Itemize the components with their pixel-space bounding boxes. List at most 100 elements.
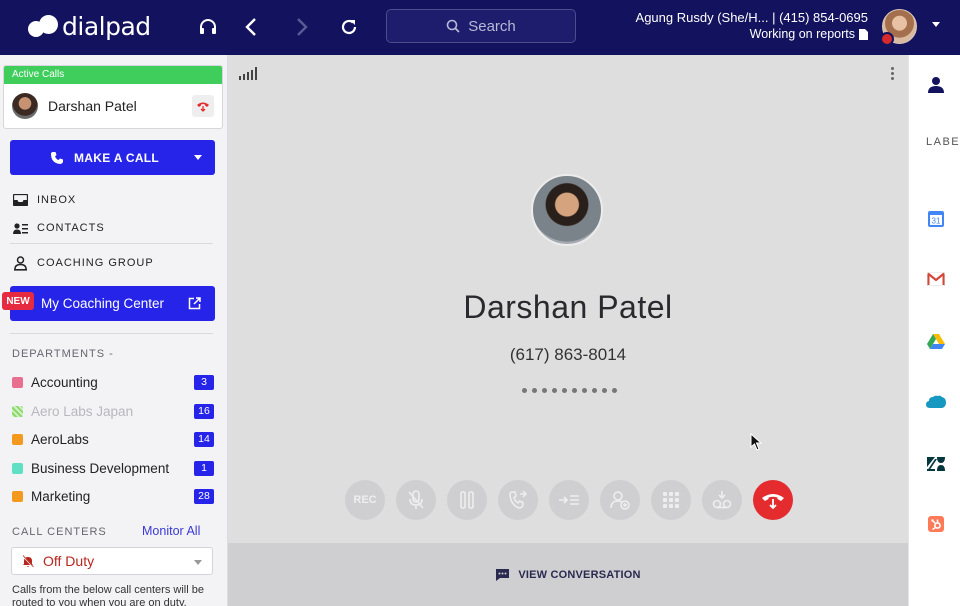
mute-button[interactable]: [396, 480, 436, 520]
department-color-swatch: [12, 376, 23, 388]
user-status-text: Working on reports: [749, 27, 855, 41]
forward-list-icon: [559, 495, 579, 505]
department-color-swatch: [12, 490, 23, 502]
google-calendar-icon[interactable]: 31: [926, 208, 946, 228]
mouse-cursor-icon: [750, 433, 762, 451]
department-color-swatch: [12, 462, 23, 474]
department-count-badge: 28: [194, 488, 214, 504]
department-count-badge: 1: [194, 460, 214, 476]
monitor-all-link[interactable]: Monitor All: [142, 524, 200, 538]
on-call-badge-icon: [880, 32, 894, 46]
search-placeholder: Search: [468, 17, 516, 35]
department-name: Accounting: [31, 374, 98, 390]
nav-inbox-label: INBOX: [37, 194, 77, 206]
signal-strength-icon: [239, 67, 257, 80]
right-rail: LABE 31: [908, 55, 960, 606]
hold-button[interactable]: [447, 480, 487, 520]
contacts-icon: [12, 220, 28, 236]
make-a-call-button[interactable]: MAKE A CALL: [10, 140, 215, 175]
duty-status-chevron-icon: [194, 560, 202, 565]
view-conversation-button[interactable]: VIEW CONVERSATION: [495, 568, 640, 582]
hangup-icon: [762, 494, 784, 510]
google-drive-icon[interactable]: [926, 331, 946, 351]
active-caller-name: Darshan Patel: [48, 98, 137, 114]
department-item[interactable]: Aero Labs Japan 16: [12, 401, 214, 421]
nav-contacts-label: CONTACTS: [37, 222, 105, 234]
keypad-button[interactable]: [651, 480, 691, 520]
connecting-dots: [522, 388, 617, 393]
svg-text:31: 31: [932, 216, 941, 225]
view-conversation-label: VIEW CONVERSATION: [518, 568, 641, 581]
my-coaching-center-button[interactable]: My Coaching Center: [10, 286, 215, 321]
transfer-button[interactable]: [498, 480, 538, 520]
dialpad-logo-icon: [28, 15, 58, 37]
user-status[interactable]: Working on reports: [750, 27, 868, 41]
hubspot-icon[interactable]: [926, 514, 946, 534]
more-options-icon[interactable]: [891, 67, 894, 80]
salesforce-icon[interactable]: [926, 392, 946, 412]
departments-header[interactable]: DEPARTMENTS -: [12, 348, 114, 360]
record-label: REC: [353, 494, 377, 506]
divider: [10, 333, 213, 334]
forward-call-button[interactable]: [549, 480, 589, 520]
view-conversation-bar: VIEW CONVERSATION: [228, 543, 908, 606]
voicemail-drop-button[interactable]: [702, 480, 742, 520]
hangup-button[interactable]: [753, 480, 793, 520]
note-icon: [859, 28, 868, 40]
pause-icon: [460, 491, 474, 509]
new-badge: NEW: [2, 292, 34, 310]
nav-inbox[interactable]: INBOX: [12, 191, 76, 209]
department-name: Business Development: [31, 460, 170, 476]
search-bar[interactable]: Search: [386, 9, 576, 43]
back-icon[interactable]: [239, 14, 265, 40]
caller-avatar: [12, 93, 38, 119]
department-item[interactable]: Marketing 28: [12, 486, 214, 506]
search-icon: [446, 19, 460, 33]
labels-tab[interactable]: LABE: [926, 136, 960, 148]
coaching-group-icon: [12, 255, 28, 271]
department-item[interactable]: Business Development 1: [12, 458, 214, 478]
mic-off-icon: [408, 490, 424, 509]
department-color-swatch: [12, 433, 23, 445]
chat-icon: [496, 568, 510, 581]
contact-details-icon[interactable]: [926, 74, 946, 94]
callee-avatar: [531, 174, 603, 246]
headset-icon[interactable]: [195, 14, 221, 40]
callee-name: Darshan Patel: [463, 289, 673, 325]
voicemail-icon: [712, 491, 732, 509]
keypad-icon: [663, 492, 679, 508]
department-count-badge: 16: [194, 403, 214, 419]
department-count-badge: 3: [194, 374, 214, 390]
inbox-icon: [12, 192, 28, 208]
duty-status-select[interactable]: Off Duty: [11, 547, 213, 575]
forward-icon[interactable]: [288, 14, 314, 40]
zendesk-icon[interactable]: [926, 454, 946, 474]
department-name: AeroLabs: [31, 431, 89, 447]
add-participant-button[interactable]: [600, 480, 640, 520]
hangup-icon: [197, 102, 209, 112]
active-call-card[interactable]: Active Calls Darshan Patel: [3, 65, 223, 129]
hangup-mini-button[interactable]: [192, 95, 214, 117]
make-call-dropdown-chevron-icon[interactable]: [194, 155, 202, 160]
user-name-number[interactable]: Agung Rusdy (She/H... | (415) 854-0695: [636, 10, 868, 25]
department-item[interactable]: AeroLabs 14: [12, 429, 214, 449]
refresh-icon[interactable]: [336, 14, 362, 40]
department-item[interactable]: Accounting 3: [12, 372, 214, 392]
dialpad-logo[interactable]: dialpad: [28, 11, 151, 41]
record-button[interactable]: REC: [345, 480, 385, 520]
call-centers-note: Calls from the below call centers will b…: [12, 584, 204, 606]
account-menu-chevron-icon[interactable]: [932, 22, 940, 27]
bell-off-icon: [22, 554, 34, 568]
top-bar: dialpad Search Agung Rusdy (She/H... | (…: [0, 0, 960, 55]
active-calls-header: Active Calls: [4, 66, 222, 84]
my-coaching-center-label: My Coaching Center: [41, 296, 165, 311]
gmail-icon[interactable]: [926, 269, 946, 289]
nav-coaching-group[interactable]: COACHING GROUP: [12, 254, 154, 272]
department-count-badge: 14: [194, 431, 214, 447]
logo-text: dialpad: [62, 11, 151, 41]
call-controls: REC: [345, 480, 793, 520]
nav-contacts[interactable]: CONTACTS: [12, 219, 105, 237]
call-centers-header: CALL CENTERS: [12, 526, 107, 538]
nav-coaching-group-label: COACHING GROUP: [37, 257, 154, 269]
external-link-icon: [188, 297, 201, 313]
